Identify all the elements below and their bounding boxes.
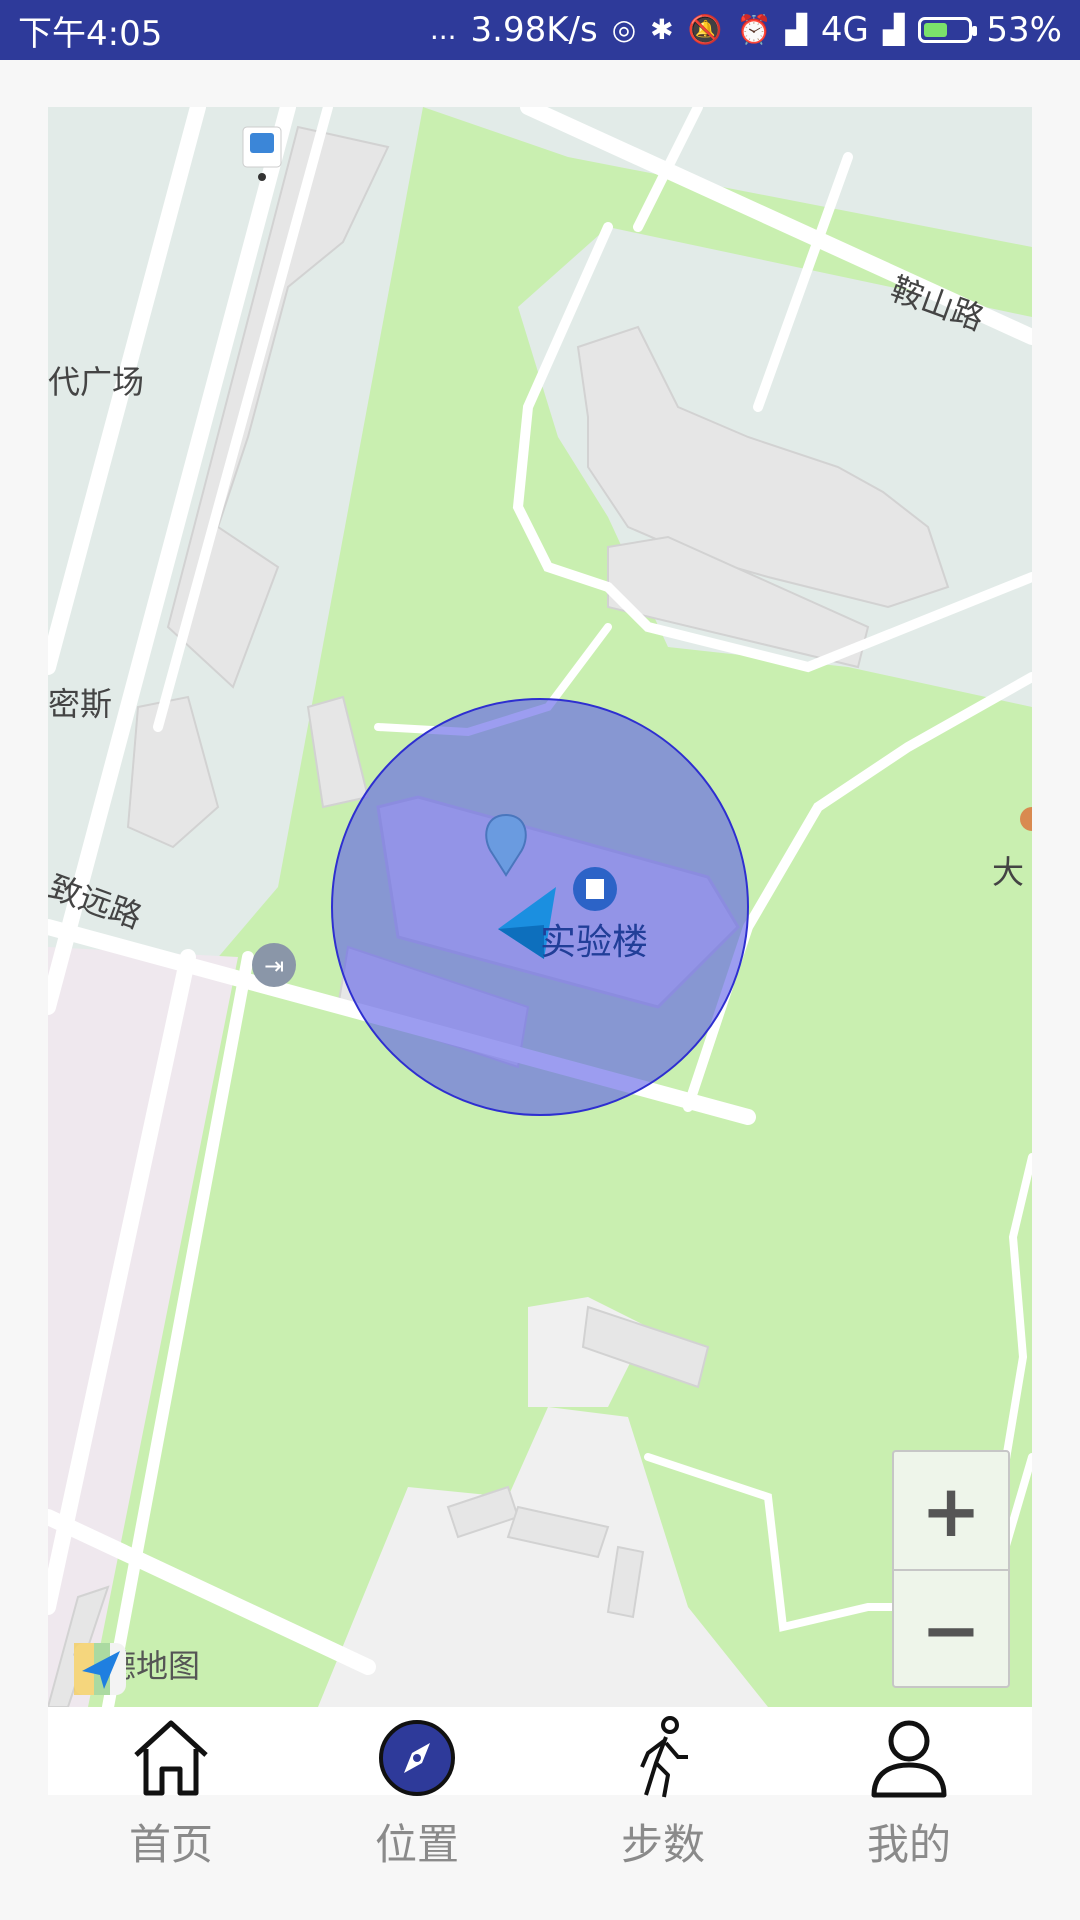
area-label-mis: 密斯 [48, 685, 113, 723]
area-label-big: 大 [992, 853, 1025, 891]
dots-icon: ... [429, 13, 457, 46]
map-view[interactable]: ⇥ 鞍山路 代广场 密斯 致远路 大 实验楼 高德地图 + − [48, 107, 1032, 1707]
net-speed: 3.98K/s [470, 10, 598, 50]
signal-icon: ▟ [785, 13, 807, 46]
user-icon [871, 1720, 947, 1798]
nav-item-location[interactable]: 位置 [294, 1707, 540, 1920]
nav-item-profile[interactable]: 我的 [786, 1707, 1032, 1920]
alarm-icon: ⏰ [736, 13, 772, 46]
home-icon [134, 1720, 208, 1796]
nav-item-home[interactable]: 首页 [48, 1707, 294, 1920]
nav-label-home: 首页 [128, 1820, 213, 1869]
status-bar: 下午4:05 ... 3.98K/s ◎ ✱ 🔕 ⏰ ▟ 4G ▟ 53% [0, 0, 1080, 60]
building-poi-icon [573, 867, 617, 911]
area-label-square: 代广场 [48, 363, 145, 401]
poi-label-lab[interactable]: 实验楼 [540, 913, 648, 965]
exit-icon: ⇥ [252, 943, 296, 987]
hotspot-icon: ◎ [611, 13, 637, 46]
network-type: 4G [820, 10, 869, 50]
battery-fill [924, 23, 947, 37]
compass-icon [379, 1720, 455, 1796]
battery-icon [918, 17, 978, 43]
walking-icon [640, 1716, 688, 1798]
nav-label-profile: 我的 [866, 1820, 951, 1869]
zoom-out-button[interactable]: − [894, 1569, 1008, 1688]
nav-label-location: 位置 [374, 1820, 459, 1869]
map-canvas: ⇥ [48, 107, 1032, 1707]
bluetooth-icon: ✱ [650, 13, 674, 46]
bottom-nav: 首页 位置 步数 我的 [48, 1707, 1032, 1920]
mute-icon: 🔕 [687, 13, 723, 46]
nav-label-steps: 步数 [620, 1820, 705, 1869]
status-time: 下午4:05 [18, 13, 163, 54]
zoom-in-button[interactable]: + [894, 1452, 1008, 1569]
signal-icon: ▟ [882, 13, 905, 46]
zoom-controls: + − [892, 1450, 1010, 1688]
svg-text:⇥: ⇥ [264, 952, 284, 980]
amap-logo: 高德地图 [72, 1641, 200, 1695]
battery-percent: 53% [986, 10, 1062, 50]
nav-item-steps[interactable]: 步数 [540, 1707, 786, 1920]
amap-logo-icon [74, 1643, 126, 1695]
status-icons: ... 3.98K/s ◎ ✱ 🔕 ⏰ ▟ 4G ▟ 53% [430, 10, 1062, 50]
